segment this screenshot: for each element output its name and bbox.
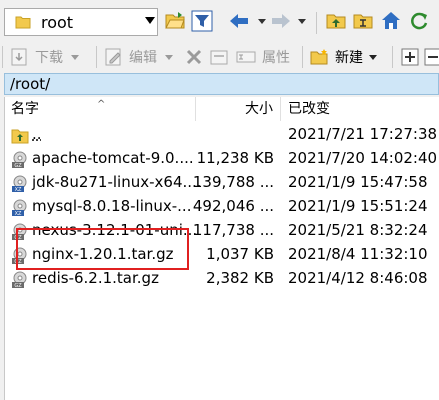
toolbar-separator [302, 46, 303, 68]
sort-ascending-icon: ^ [97, 99, 106, 110]
file-size: 2,382 KB [206, 269, 274, 287]
svg-text:XZ: XZ [15, 211, 22, 216]
toolbar-separator [2, 46, 3, 68]
file-modified: 2021/7/20 14:02:40 [288, 149, 438, 167]
edit-label: 编辑 [129, 50, 157, 66]
file-size: 139,788 ... [192, 173, 274, 191]
gz-archive-icon: GZ [12, 271, 27, 288]
file-modified: 2021/1/9 15:47:58 [288, 173, 428, 191]
chevron-down-icon [145, 17, 155, 24]
forward-history-dropdown-icon[interactable] [298, 19, 306, 24]
table-row[interactable]: .. 2021/7/21 17:27:38 [5, 123, 439, 147]
chevron-down-icon [71, 54, 79, 60]
back-history-dropdown-icon[interactable] [258, 19, 266, 24]
file-name: apache-tomcat-9.0.... [32, 149, 194, 167]
home-icon[interactable] [380, 10, 402, 32]
directory-name: root [41, 13, 74, 32]
file-modified: 2021/5/21 8:32:24 [288, 221, 428, 239]
highlight-box [16, 228, 189, 270]
properties-icon [210, 50, 228, 65]
svg-text:XZ: XZ [15, 187, 22, 192]
forward-arrow-icon[interactable] [270, 10, 292, 32]
table-row[interactable]: GZ apache-tomcat-9.0.... 11,238 KB 2021/… [5, 147, 439, 171]
current-path: /root/ [4, 73, 439, 95]
parent-folder-icon [11, 129, 29, 144]
properties-label: 属性 [262, 50, 290, 66]
column-header-modified[interactable]: 已改变 [288, 97, 330, 121]
file-modified: 2021/4/12 8:46:08 [288, 269, 428, 287]
download-button[interactable]: 下载 [10, 46, 79, 68]
svg-text:GZ: GZ [14, 163, 22, 168]
root-directory-icon[interactable] [352, 10, 374, 32]
directory-dropdown[interactable]: root [4, 8, 158, 36]
open-folder-icon[interactable] [164, 10, 186, 32]
toolbar-separator [96, 46, 97, 68]
folder-icon [15, 16, 31, 29]
navigation-toolbar: root [0, 0, 439, 40]
chevron-down-icon [165, 54, 173, 60]
file-size: 492,046 ... [192, 197, 274, 215]
edit-button[interactable]: 编辑 [104, 46, 173, 68]
back-arrow-icon[interactable] [228, 10, 250, 32]
column-divider[interactable] [195, 97, 196, 121]
svg-text:GZ: GZ [14, 283, 22, 288]
table-row[interactable]: XZ mysql-8.0.18-linux-... 492,046 ... 20… [5, 195, 439, 219]
column-header-name[interactable]: 名字 [11, 97, 39, 121]
toolbar-separator [316, 12, 317, 34]
file-modified: 2021/8/4 11:32:10 [288, 245, 428, 263]
add-icon[interactable] [401, 48, 419, 66]
rename-icon [236, 51, 256, 63]
xz-archive-icon: XZ [12, 175, 27, 192]
table-row[interactable]: GZ redis-6.2.1.tar.gz 2,382 KB 2021/4/12… [5, 267, 439, 291]
gz-archive-icon: GZ [12, 151, 27, 168]
edit-icon [105, 48, 121, 66]
column-divider[interactable] [280, 97, 281, 121]
chevron-down-icon [369, 54, 377, 60]
new-label: 新建 [335, 50, 363, 66]
file-name: jdk-8u271-linux-x64.... [32, 173, 202, 191]
refresh-icon[interactable] [408, 10, 430, 32]
new-icon [310, 49, 328, 65]
delete-icon [186, 49, 202, 65]
download-label: 下载 [35, 50, 63, 66]
file-name: redis-6.2.1.tar.gz [32, 269, 159, 287]
filter-icon[interactable] [191, 10, 213, 32]
column-header-size[interactable]: 大小 [245, 97, 273, 121]
file-size: 1,037 KB [206, 245, 274, 263]
file-modified: 2021/1/9 15:51:24 [288, 197, 428, 215]
file-modified: 2021/7/21 17:27:38 [288, 125, 438, 143]
xz-archive-icon: XZ [12, 199, 27, 216]
properties-button[interactable]: 属性 [209, 46, 290, 68]
file-size: 117,738 ... [192, 221, 274, 239]
table-row[interactable]: XZ jdk-8u271-linux-x64.... 139,788 ... 2… [5, 171, 439, 195]
file-name: .. [32, 125, 42, 143]
parent-directory-icon[interactable] [325, 10, 347, 32]
file-name: mysql-8.0.18-linux-... [32, 197, 192, 215]
file-size: 11,238 KB [196, 149, 274, 167]
delete-button[interactable] [184, 46, 204, 68]
file-actions-toolbar: 下载 编辑 属性 新建 [0, 40, 439, 72]
remove-icon[interactable] [424, 48, 439, 66]
download-icon [11, 48, 27, 66]
toolbar-separator [392, 46, 393, 68]
new-button[interactable]: 新建 [310, 46, 377, 68]
